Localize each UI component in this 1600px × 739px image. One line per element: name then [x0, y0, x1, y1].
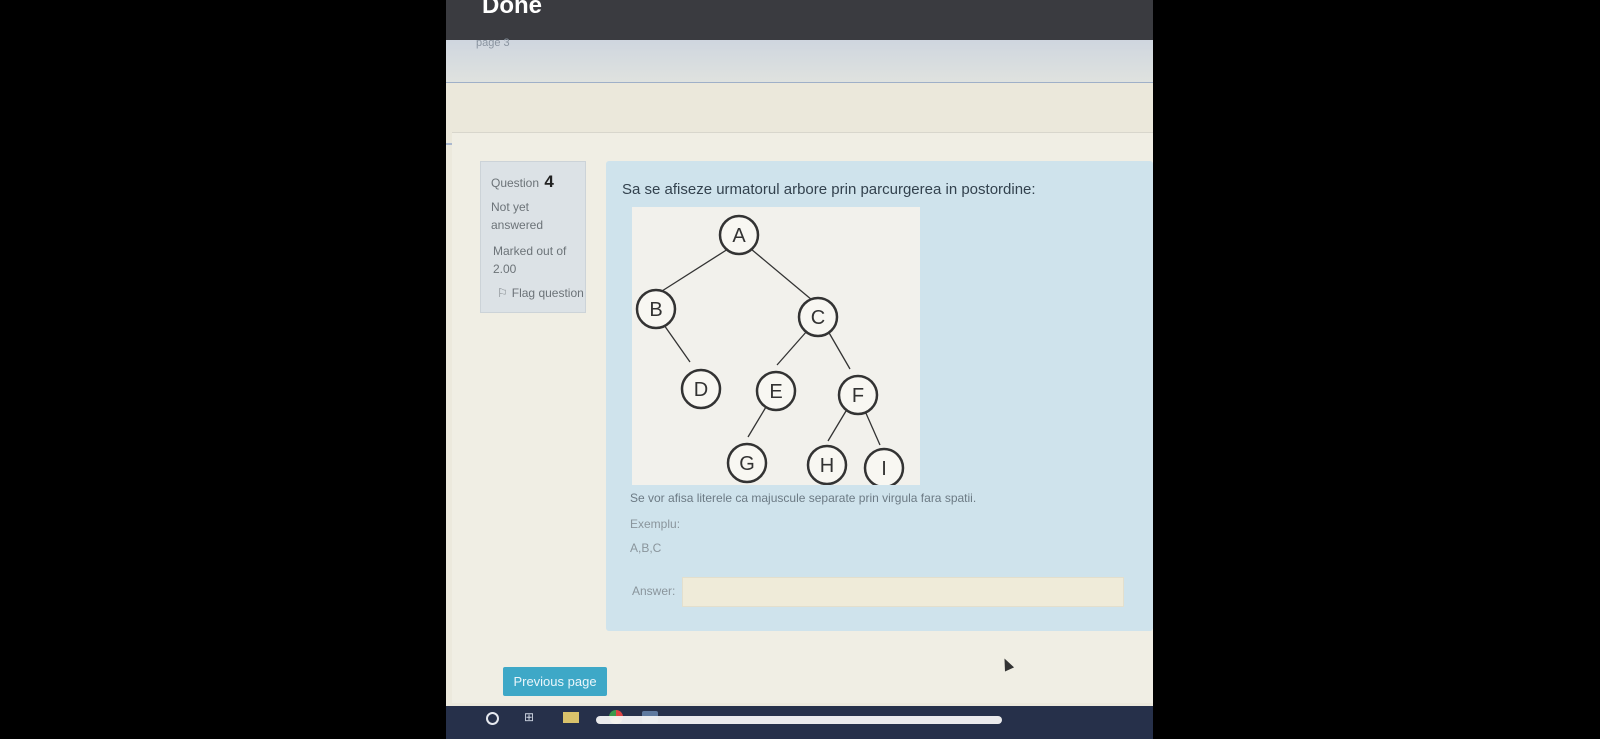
- task-view-icon[interactable]: ⊞: [524, 710, 536, 724]
- binary-tree-diagram: A B C D E F G H I: [635, 214, 905, 485]
- tree-label-d: D: [694, 379, 708, 401]
- done-button[interactable]: Done: [482, 0, 542, 20]
- home-indicator[interactable]: [596, 716, 1002, 724]
- question-status: Not yet answered: [491, 200, 544, 232]
- example-value: A,B,C: [630, 541, 662, 555]
- question-grade: Marked out of 2.00: [493, 244, 567, 276]
- quiz-content: Question 4 Not yet answered Marked out o…: [452, 132, 1153, 703]
- photo-viewer: Done page 3 Question 4 Not yet answered …: [446, 0, 1153, 739]
- tree-label-g: G: [739, 453, 755, 475]
- question-label: Question: [491, 176, 540, 190]
- answer-instruction: Se vor afisa literele ca majuscule separ…: [630, 491, 977, 505]
- mouse-cursor-icon: [999, 656, 1015, 672]
- question-box: Sa se afiseze urmatorul arbore prin parc…: [606, 161, 1153, 631]
- tree-label-h: H: [820, 455, 834, 477]
- tree-label-e: E: [769, 381, 782, 403]
- answer-label: Answer:: [632, 584, 676, 598]
- example-label: Exemplu:: [630, 517, 681, 531]
- tree-edges: [661, 248, 881, 446]
- tree-label-f: F: [852, 385, 864, 407]
- file-explorer-icon[interactable]: [563, 712, 579, 723]
- tree-label-b: B: [649, 299, 662, 321]
- viewer-top-bar: Done: [446, 0, 1153, 40]
- question-text: Sa se afiseze urmatorul arbore prin parc…: [622, 181, 1036, 198]
- question-number: 4: [544, 172, 554, 191]
- page-strip: page 3: [446, 37, 1153, 83]
- flag-question-label: Flag question: [511, 286, 584, 300]
- flag-icon: ⚐: [497, 286, 508, 300]
- question-info-panel: Question 4 Not yet answered Marked out o…: [480, 161, 586, 313]
- answer-input[interactable]: [682, 577, 1124, 607]
- binary-tree-image: A B C D E F G H I: [632, 207, 920, 485]
- page-strip-text: page 3: [476, 37, 510, 49]
- tree-label-c: C: [811, 307, 825, 329]
- tree-label-i: I: [881, 458, 887, 480]
- question-title: Question 4: [491, 172, 554, 192]
- flag-question-link[interactable]: ⚐ Flag question: [497, 286, 584, 300]
- previous-page-button[interactable]: Previous page: [503, 667, 607, 696]
- search-icon[interactable]: [486, 712, 499, 725]
- tree-label-a: A: [732, 225, 746, 247]
